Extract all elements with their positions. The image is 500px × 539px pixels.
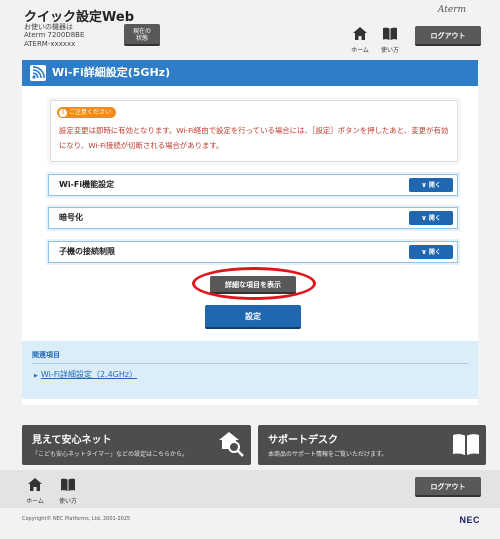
banner-title: 見えて安心ネット [32,435,112,446]
banner-support-desk[interactable]: サポートデスク 本商品のサポート情報をご覧いただけます。 [258,425,486,465]
open-button[interactable]: ∨ 開く [409,178,453,192]
nec-logo: NEC [459,515,480,525]
section-client-restriction[interactable]: 子機の接続制限 ∨ 開く [48,241,458,263]
book-icon [453,434,479,455]
triangle-right-icon: ▶ [34,373,38,379]
open-button[interactable]: ∨ 開く [409,245,453,259]
open-button[interactable]: ∨ 開く [409,211,453,225]
house-search-icon [219,432,244,457]
exclamation-icon: ! [59,109,67,117]
chevron-down-icon: ∨ [421,248,427,256]
brand-logo: Aterm [437,5,466,15]
highlight-ring [192,267,316,300]
wifi-icon [30,65,46,81]
book-icon [61,478,75,491]
home-button[interactable]: ホーム [347,25,373,54]
section-wifi-function[interactable]: Wi-Fi機能設定 ∨ 開く [48,174,458,196]
divider [32,363,468,364]
model-name: Aterm 7200D8BE [24,31,85,39]
notice-text: 設定変更は即時に有効となります。Wi-Fi経由で設定を行っている場合には、［設定… [59,126,449,150]
notice-badge: ! ご注意ください [57,107,117,118]
open-button-label: 開く [428,182,441,189]
banner-mieru-anshin-net[interactable]: 見えて安心ネット 「こども安心ネットタイマー」などの設定はこちらから。 [22,425,251,465]
model-id: ATERM-xxxxxx [24,40,76,48]
chevron-down-icon: ∨ [421,214,427,222]
section-encryption[interactable]: 暗号化 ∨ 開く [48,207,458,229]
section-label: Wi-Fi機能設定 [59,180,115,189]
footer-bar: ホーム 使い方 ログアウト [0,470,500,508]
header: クイック設定Web お使いの機器は Aterm 7200D8BE ATERM-x… [0,0,500,56]
manual-label: 使い方 [58,498,77,505]
footer-logout-button[interactable]: ログアウト [415,477,481,497]
banner-subtitle: 「こども安心ネットタイマー」などの設定はこちらから。 [32,451,189,458]
page-title-text: Wi-Fi詳細設定(5GHz) [52,66,171,79]
home-label: ホーム [351,47,369,54]
current-status-button[interactable]: 現在の 状態 [124,24,160,46]
related-items: 関連項目 ▶ Wi-Fi詳細設定（2.4GHz） [22,341,478,399]
book-icon [383,27,397,40]
footer-manual-button[interactable]: 使い方 [55,476,81,505]
banner-title: サポートデスク [268,435,338,446]
section-label: 暗号化 [59,213,83,222]
open-button-label: 開く [428,215,441,222]
manual-label: 使い方 [380,47,399,54]
footer-home-button[interactable]: ホーム [22,476,48,505]
open-button-label: 開く [428,249,441,256]
save-button[interactable]: 設定 [205,305,301,329]
home-icon [28,478,42,491]
page-title: Wi-Fi詳細設定(5GHz) [22,60,478,86]
home-label: ホーム [26,498,44,505]
home-icon [353,27,367,40]
notice-box: ! ご注意ください 設定変更は即時に有効となります。Wi-Fi経由で設定を行ってい… [50,100,458,162]
logout-button[interactable]: ログアウト [415,26,481,46]
banner-subtitle: 本商品のサポート情報をご覧いただけます。 [268,451,388,458]
manual-button[interactable]: 使い方 [377,25,403,54]
related-title: 関連項目 [32,351,60,359]
section-label: 子機の接続制限 [59,247,115,256]
chevron-down-icon: ∨ [421,181,427,189]
notice-badge-label: ご注意ください [69,109,112,116]
copyright: Copyright© NEC Platforms, Ltd. 2001-2025 [22,516,131,522]
related-link-label: Wi-Fi詳細設定（2.4GHz） [40,370,138,379]
related-link-wifi-24ghz[interactable]: ▶ Wi-Fi詳細設定（2.4GHz） [34,369,137,380]
